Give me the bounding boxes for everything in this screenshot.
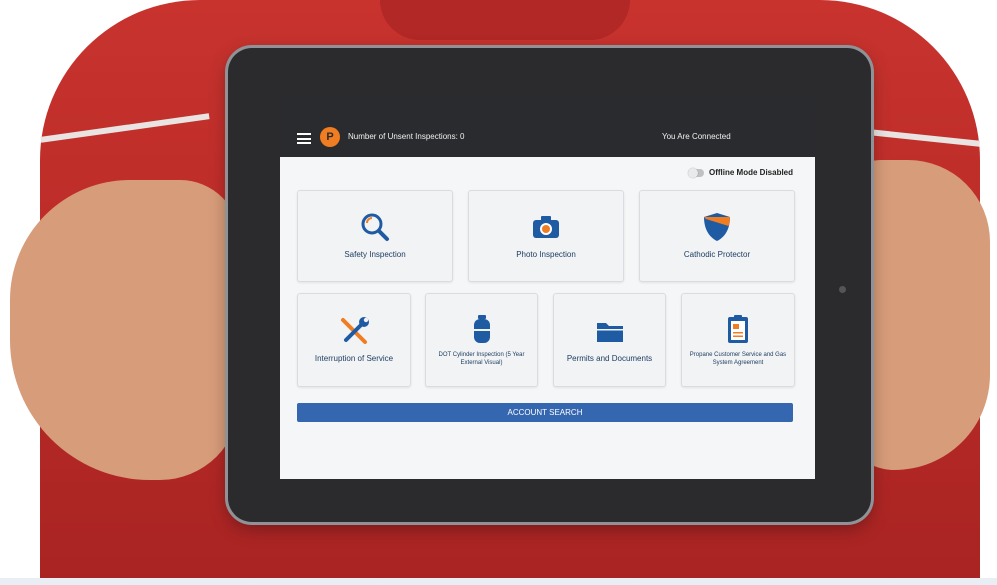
account-search-button[interactable]: ACCOUNT SEARCH xyxy=(297,403,793,422)
tile-label: DOT Cylinder Inspection (5 Year External… xyxy=(438,352,525,366)
tablet-camera xyxy=(839,286,846,293)
magnifying-glass-icon xyxy=(361,213,389,241)
tile-permits-and-documents[interactable]: Permits and Documents xyxy=(553,293,666,387)
clipboard-icon xyxy=(728,315,748,343)
offline-mode-label: Offline Mode Disabled xyxy=(709,168,794,177)
tile-label: Photo Inspection xyxy=(516,250,576,259)
app-screen: P Number of Unsent Inspections: 0 You Ar… xyxy=(280,97,815,479)
tile-cathodic-protector[interactable]: Cathodic Protector xyxy=(639,190,795,282)
propane-cylinder-icon xyxy=(473,315,490,343)
bottom-strip xyxy=(0,578,997,585)
tile-label: Propane Customer Service and Gas System … xyxy=(689,352,787,366)
tile-propane-customer-service[interactable]: Propane Customer Service and Gas System … xyxy=(681,293,795,387)
tile-label: Interruption of Service xyxy=(314,354,394,363)
unsent-inspections-count: Number of Unsent Inspections: 0 xyxy=(348,132,465,141)
connection-status: You Are Connected xyxy=(662,132,731,141)
wrench-screwdriver-icon xyxy=(341,317,369,344)
tile-label: Cathodic Protector xyxy=(683,250,751,259)
app-logo: P xyxy=(320,127,340,147)
tile-label: Safety Inspection xyxy=(344,250,406,259)
offline-mode-toggle[interactable] xyxy=(688,167,704,178)
camera-icon xyxy=(533,216,559,238)
tile-interruption-of-service[interactable]: Interruption of Service xyxy=(297,293,411,387)
app-header: P Number of Unsent Inspections: 0 You Ar… xyxy=(280,97,815,157)
tile-dot-cylinder-inspection[interactable]: DOT Cylinder Inspection (5 Year External… xyxy=(425,293,538,387)
shield-icon xyxy=(704,213,730,241)
tile-safety-inspection[interactable]: Safety Inspection xyxy=(297,190,453,282)
hamburger-menu-icon[interactable] xyxy=(297,133,311,144)
shirt-collar xyxy=(380,0,630,40)
tile-label: Permits and Documents xyxy=(566,354,653,363)
offline-mode-control: Offline Mode Disabled xyxy=(688,167,794,178)
folder-icon xyxy=(596,323,623,342)
tile-photo-inspection[interactable]: Photo Inspection xyxy=(468,190,624,282)
